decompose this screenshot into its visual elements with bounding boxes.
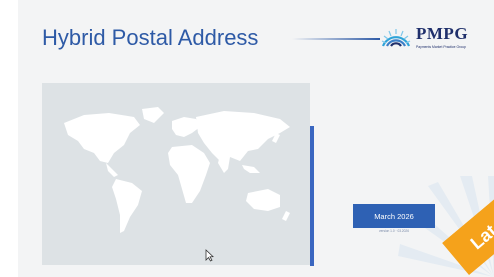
- pmpg-wordmark: PMPG: [416, 24, 469, 43]
- slide-canvas: Hybrid Postal Address PMPG Payments Mark…: [0, 0, 494, 277]
- world-map-panel: [42, 83, 310, 265]
- date-badge-subtext: version 1.0 · 03.2026: [379, 229, 409, 233]
- accent-bar: [310, 126, 314, 266]
- pmpg-tagline: Payments Market Practice Group: [416, 45, 466, 49]
- date-badge: March 2026: [353, 204, 435, 228]
- world-map-image: [64, 107, 290, 233]
- slide-title: Hybrid Postal Address: [42, 25, 259, 50]
- title-rule: [292, 38, 380, 40]
- pmpg-logo: PMPG Payments Market Practice Group: [380, 18, 480, 62]
- pmpg-logo-icon: [381, 29, 411, 47]
- cursor-icon: [205, 249, 214, 262]
